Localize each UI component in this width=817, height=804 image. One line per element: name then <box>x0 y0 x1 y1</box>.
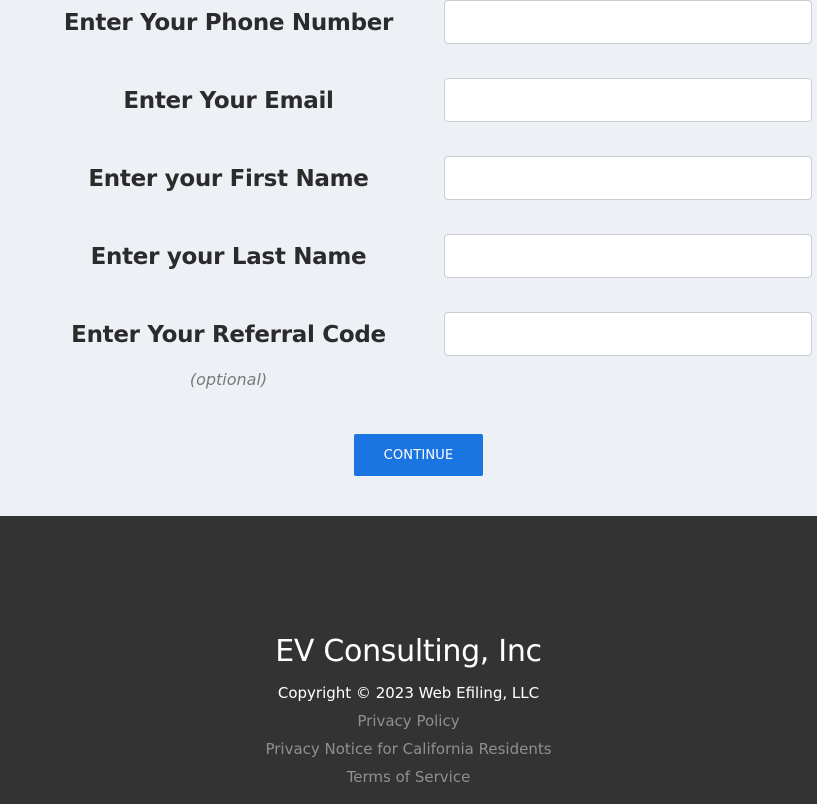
last-name-input[interactable] <box>444 234 812 278</box>
referral-code-label: Enter Your Referral Code <box>71 322 386 348</box>
email-input[interactable] <box>444 78 812 122</box>
email-label: Enter Your Email <box>123 88 334 114</box>
footer: EV Consulting, Inc Copyright © 2023 Web … <box>0 516 817 804</box>
first-name-input[interactable] <box>444 156 812 200</box>
terms-of-service-link[interactable]: Terms of Service <box>0 765 817 789</box>
copyright-text: Copyright © 2023 Web Efiling, LLC <box>277 684 540 702</box>
phone-input[interactable] <box>444 0 812 44</box>
referral-code-input[interactable] <box>444 312 812 356</box>
referral-optional-hint: (optional) <box>189 370 268 389</box>
california-privacy-notice-link[interactable]: Privacy Notice for California Residents <box>0 737 817 761</box>
last-name-label: Enter your Last Name <box>90 244 367 270</box>
privacy-policy-link[interactable]: Privacy Policy <box>0 709 817 733</box>
signup-form: Enter Your Phone Number Enter Your Email… <box>0 0 817 516</box>
phone-label: Enter Your Phone Number <box>63 10 394 36</box>
first-name-label: Enter your First Name <box>88 166 369 192</box>
continue-button[interactable]: CONTINUE <box>354 434 483 476</box>
company-name: EV Consulting, Inc <box>275 634 542 669</box>
